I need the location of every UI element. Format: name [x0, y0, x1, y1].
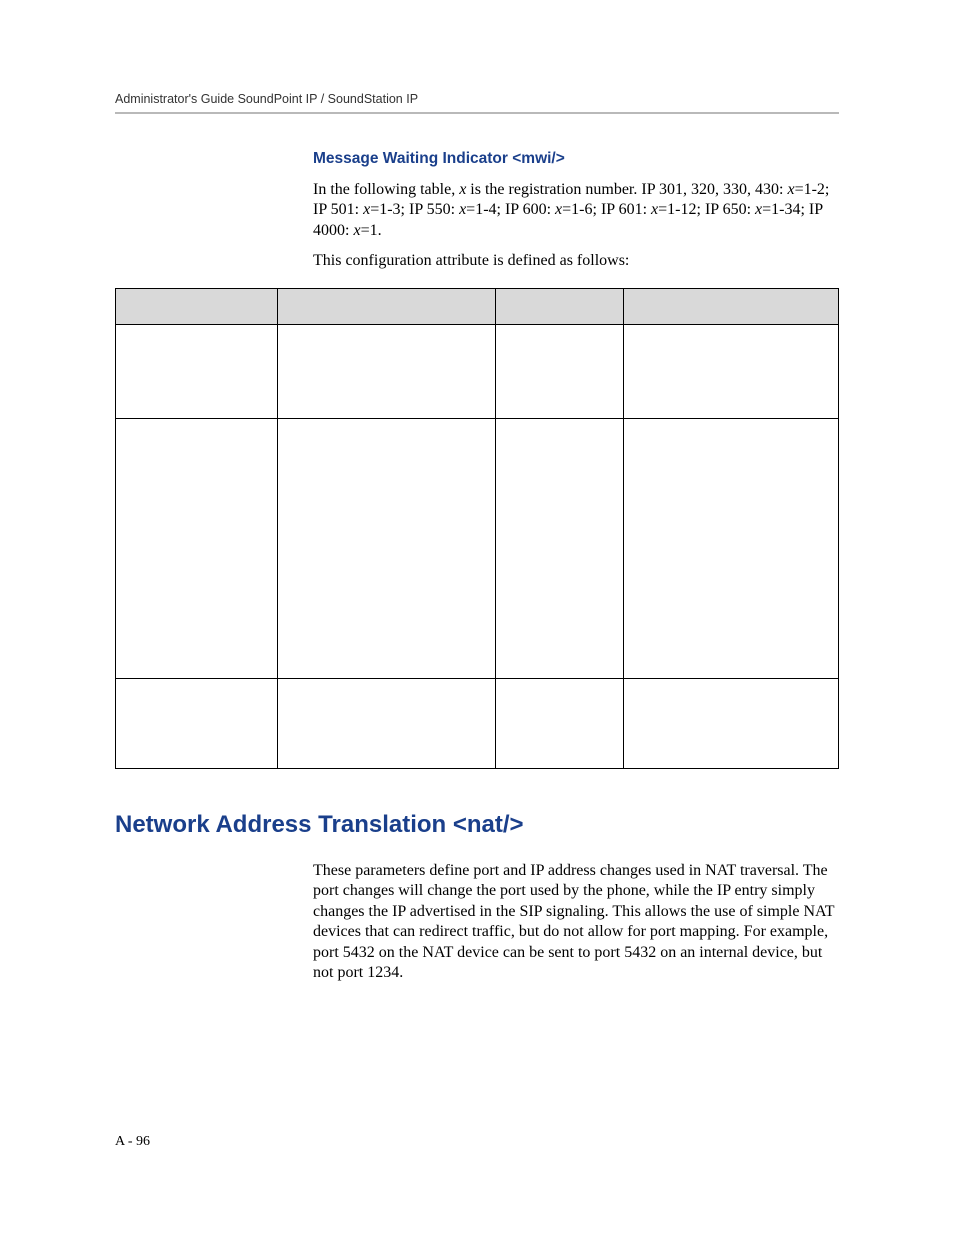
mwi-p1-text: =1-3; IP 550:	[370, 201, 459, 218]
mwi-var-x: x	[353, 222, 360, 239]
table-header-row	[116, 288, 839, 324]
table-header-cell	[496, 288, 624, 324]
mwi-paragraph-2: This configuration attribute is defined …	[313, 251, 843, 271]
mwi-p1-text: In the following table,	[313, 181, 459, 198]
table-header-cell	[278, 288, 496, 324]
table-cell	[496, 678, 624, 768]
table-cell	[496, 418, 624, 678]
table-cell	[116, 418, 278, 678]
table-cell	[278, 678, 496, 768]
page-number: A - 96	[115, 1134, 150, 1150]
running-header: Administrator's Guide SoundPoint IP / So…	[115, 92, 839, 106]
table-cell	[496, 324, 624, 418]
mwi-heading: Message Waiting Indicator <mwi/>	[313, 150, 843, 168]
mwi-p1-text: =1-4; IP 600:	[466, 201, 555, 218]
table-cell	[278, 324, 496, 418]
header-rule	[115, 112, 839, 114]
mwi-p1-text: =1.	[361, 222, 382, 239]
mwi-p1-text: is the registration number. IP 301, 320,…	[466, 181, 787, 198]
nat-paragraph: These parameters define port and IP addr…	[313, 861, 843, 984]
table-cell	[116, 678, 278, 768]
mwi-paragraph-1: In the following table, x is the registr…	[313, 180, 843, 241]
mwi-p1-text: =1-6; IP 601:	[562, 201, 651, 218]
table-header-cell	[624, 288, 839, 324]
table-cell	[278, 418, 496, 678]
table-row	[116, 324, 839, 418]
table-row	[116, 678, 839, 768]
mwi-var-x: x	[787, 181, 794, 198]
table-header-cell	[116, 288, 278, 324]
mwi-p1-text: =1-12; IP 650:	[658, 201, 755, 218]
table-row	[116, 418, 839, 678]
table-cell	[116, 324, 278, 418]
table-cell	[624, 418, 839, 678]
table-cell	[624, 678, 839, 768]
table-cell	[624, 324, 839, 418]
config-table	[115, 288, 839, 769]
nat-heading: Network Address Translation <nat/>	[115, 811, 839, 839]
